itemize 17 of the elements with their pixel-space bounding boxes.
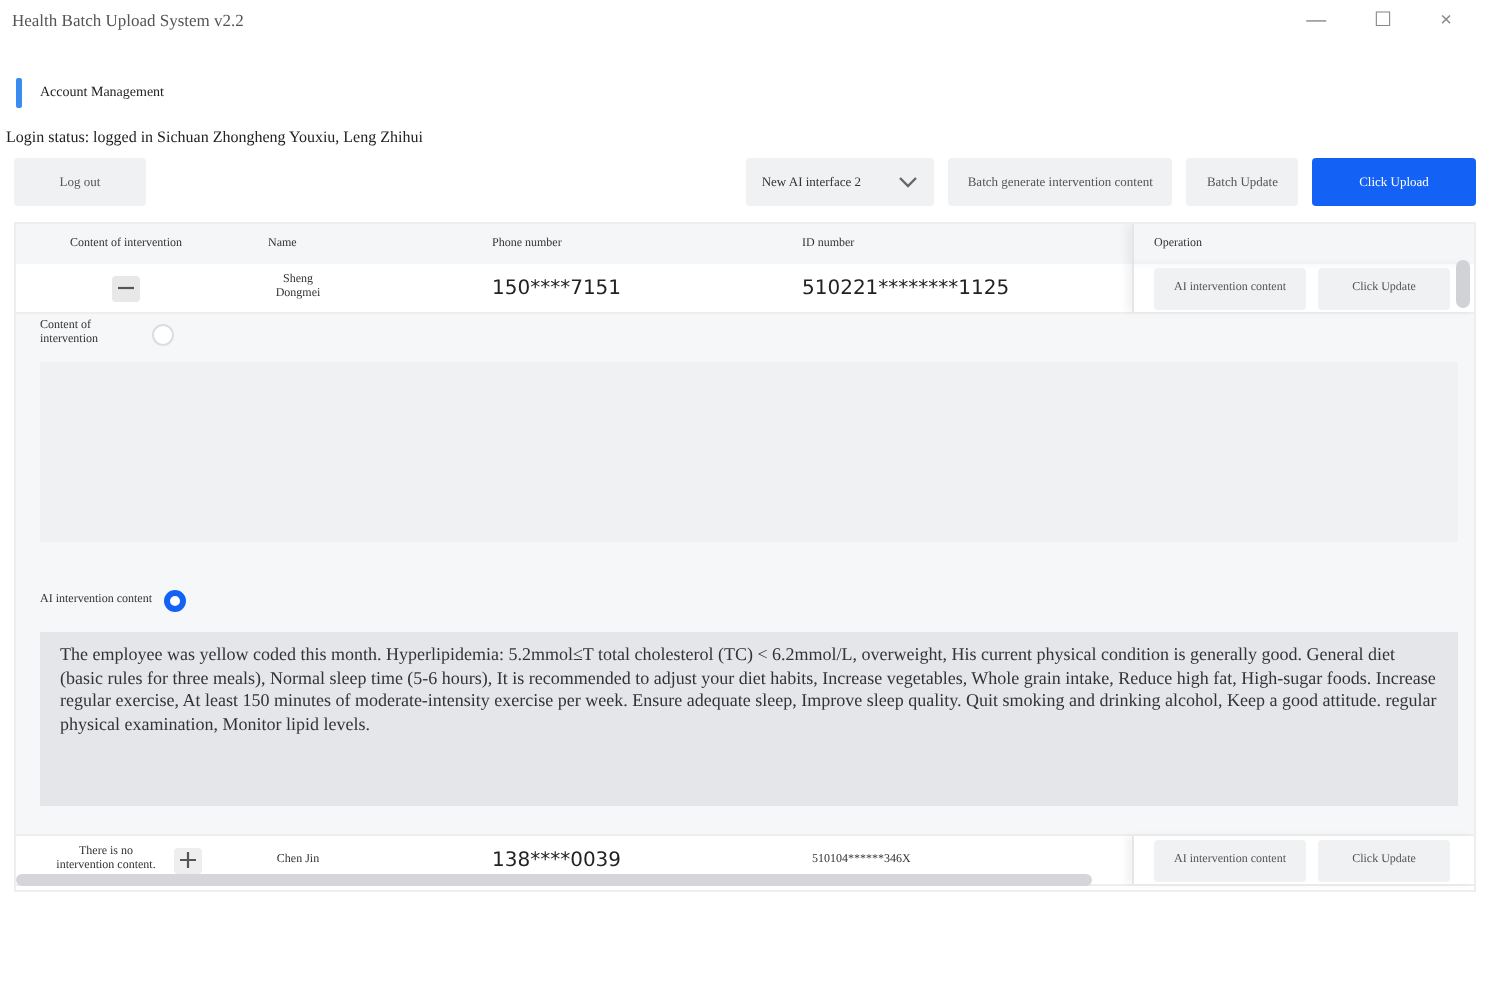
chevron-down-icon <box>897 176 918 188</box>
table-cell: 150****7151 <box>492 277 622 299</box>
section-accent-bar <box>16 77 22 107</box>
horizontal-scrollbar[interactable] <box>16 874 1092 886</box>
table-cell: 138****0039 <box>492 849 622 871</box>
text-area[interactable]: The employee was yellow coded this month. Hyperlipidemia: 5.2mmol≤T total cholesterol (TC) < 6.2mmol/L, overweight, His current physical condition is generally good. General diet (basic rules for three meals), Normal sleep time (5-6 hours), It is recommended to adjust your diet habits, Increase vegetables, Whole grain intake, Reduce high fat, High-sugar foods. Increase regular exercise, At least 150 minutes of moderate-intensity exercise per week. Ensure adequate sleep, Improve sleep quality. Quit smoking and drinking alcohol, Keep a good attitude. regular physical examination, Monitor lipid levels. <box>40 632 1458 806</box>
table-cell: 510221********1125 <box>802 277 1010 299</box>
plus-icon <box>178 850 198 870</box>
window-control-button[interactable]: ☐ <box>1362 8 1405 32</box>
window-title: Health Batch Upload System v2.2 <box>12 10 244 30</box>
collapse-button[interactable] <box>112 275 140 301</box>
window-control-button[interactable]: — <box>1294 8 1339 32</box>
expand-button[interactable] <box>174 847 202 873</box>
login-status: Login status: logged in Sichuan Zhongheng Youxiu, Leng Zhihui <box>6 128 425 146</box>
vertical-scrollbar[interactable] <box>1456 260 1470 308</box>
window-control-button[interactable]: × <box>1428 8 1464 32</box>
radio-button[interactable] <box>163 589 186 611</box>
